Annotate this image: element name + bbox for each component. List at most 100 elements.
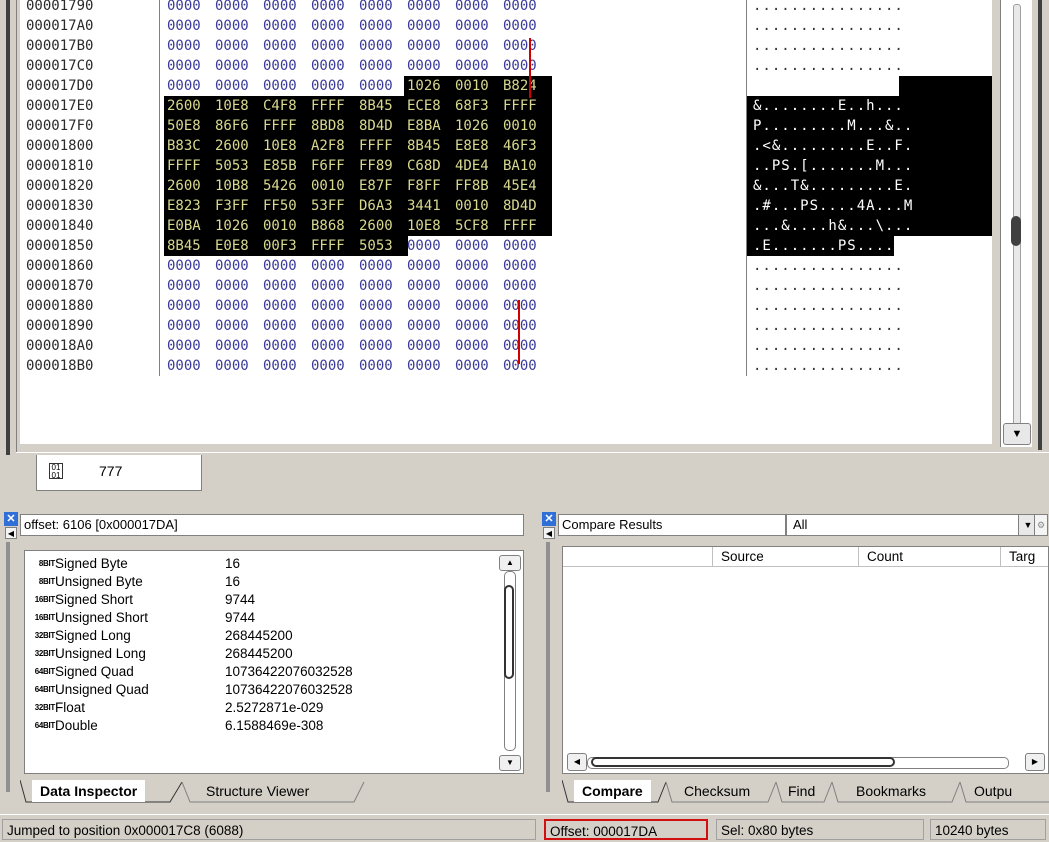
hex-word-selected[interactable]: BA10: [500, 156, 552, 176]
hex-row[interactable]: 00001790 0000 0000 0000 0000 0000 0000 0000 0000…: [20, 0, 992, 16]
hex-row[interactable]: 000017E0 2600 10E8 C4F8 FFFF 8B45 ECE8 68F3 FFFF…: [20, 96, 992, 116]
hex-word[interactable]: 0000: [260, 36, 308, 56]
scroll-down-button[interactable]: ▼: [499, 755, 521, 771]
hex-word[interactable]: 0000: [308, 276, 356, 296]
hex-row-ascii[interactable]: .<&.........E..F.: [746, 136, 992, 156]
hex-word[interactable]: 0000: [404, 0, 452, 16]
hex-word[interactable]: 0000: [260, 336, 308, 356]
hex-word-selected[interactable]: 00F3: [260, 236, 312, 256]
hex-word-selected[interactable]: 0010: [260, 216, 312, 236]
data-inspector-row[interactable]: 32BIT Unsigned Long 268445200: [25, 645, 495, 662]
hex-word[interactable]: 0000: [500, 276, 548, 296]
tab-find[interactable]: Find: [780, 780, 823, 802]
hex-word[interactable]: 0000: [452, 56, 500, 76]
hex-word-selected[interactable]: B824: [500, 76, 552, 96]
hex-word-selected[interactable]: B83C: [164, 136, 216, 156]
hex-word[interactable]: 0000: [452, 16, 500, 36]
hex-word[interactable]: 0000: [260, 316, 308, 336]
hex-word[interactable]: 0000: [308, 0, 356, 16]
data-type-value[interactable]: 268445200: [225, 627, 293, 644]
scroll-thumb[interactable]: [504, 585, 514, 679]
hex-row-ascii[interactable]: ................: [746, 316, 992, 336]
hex-word[interactable]: 0000: [500, 256, 548, 276]
hex-word[interactable]: 0000: [500, 236, 548, 256]
hex-word-selected[interactable]: F6FF: [308, 156, 360, 176]
file-tab-777[interactable]: 01 01 777: [36, 455, 202, 491]
hex-word[interactable]: 0000: [356, 296, 404, 316]
column-header-source[interactable]: Source: [713, 547, 859, 567]
hex-word[interactable]: 0000: [260, 76, 308, 96]
hex-word-selected[interactable]: 5426: [260, 176, 312, 196]
hex-word-selected[interactable]: FFFF: [308, 96, 360, 116]
tab-bookmarks[interactable]: Bookmarks: [848, 780, 934, 802]
hex-row-ascii[interactable]: ................: [746, 356, 992, 376]
data-inspector-row[interactable]: 64BIT Signed Quad 10736422076032528: [25, 663, 495, 680]
hex-word[interactable]: 0000: [452, 276, 500, 296]
hex-row[interactable]: 000018B0 0000 0000 0000 0000 0000 0000 0000 0000…: [20, 356, 992, 376]
column-header-count[interactable]: Count: [859, 547, 1001, 567]
compare-filter-select[interactable]: All ▼: [786, 514, 1038, 536]
hex-row[interactable]: 000017C0 0000 0000 0000 0000 0000 0000 0000 0000…: [20, 56, 992, 76]
hex-word[interactable]: 0000: [308, 56, 356, 76]
hex-word-selected[interactable]: 2600: [164, 96, 216, 116]
data-type-value[interactable]: 9744: [225, 609, 255, 626]
hex-row-ascii[interactable]: .#...PS....4A...M: [746, 196, 992, 216]
hex-word-selected[interactable]: 68F3: [452, 96, 504, 116]
hex-row[interactable]: 000017F0 50E8 86F6 FFFF 8BD8 8D4D E8BA 1026 0010…: [20, 116, 992, 136]
hex-word-selected[interactable]: C68D: [404, 156, 456, 176]
hex-word[interactable]: 0000: [308, 316, 356, 336]
hex-word[interactable]: 0000: [260, 56, 308, 76]
hex-word[interactable]: 0000: [164, 76, 212, 96]
options-icon[interactable]: ⚙: [1034, 514, 1048, 536]
hex-word[interactable]: 0000: [356, 76, 404, 96]
hex-word[interactable]: 0000: [164, 256, 212, 276]
hex-word-selected[interactable]: FF50: [260, 196, 312, 216]
hex-word-selected[interactable]: FFFF: [500, 96, 552, 116]
hex-word[interactable]: 0000: [404, 56, 452, 76]
data-inspector-row[interactable]: 8BIT Signed Byte 16: [25, 555, 495, 572]
hex-word[interactable]: 0000: [212, 76, 260, 96]
hex-word[interactable]: 0000: [260, 276, 308, 296]
scroll-left-button[interactable]: ◀: [567, 753, 587, 771]
data-inspector-row[interactable]: 16BIT Unsigned Short 9744: [25, 609, 495, 626]
hex-word[interactable]: 0000: [500, 336, 548, 356]
data-inspector-list[interactable]: 8BIT Signed Byte 16 8BIT Unsigned Byte 16 16BI…: [24, 550, 524, 774]
data-type-value[interactable]: 10736422076032528: [225, 681, 353, 698]
hex-word[interactable]: 0000: [500, 36, 548, 56]
hex-word-selected[interactable]: E85B: [260, 156, 312, 176]
hex-word[interactable]: 0000: [452, 0, 500, 16]
scroll-down-button[interactable]: ▼: [1003, 423, 1031, 445]
hex-word[interactable]: 0000: [356, 276, 404, 296]
hex-word[interactable]: 0000: [404, 256, 452, 276]
hex-word[interactable]: 0000: [500, 16, 548, 36]
collapse-arrow-icon[interactable]: ◀: [543, 527, 555, 539]
hex-word[interactable]: 0000: [500, 56, 548, 76]
hex-row-ascii[interactable]: ................: [746, 0, 992, 16]
compare-horizontal-scrollbar[interactable]: ◀ ▶: [563, 751, 1048, 773]
data-inspector-row[interactable]: 32BIT Float 2.5272871e-029: [25, 699, 495, 716]
hex-word[interactable]: 0000: [452, 296, 500, 316]
hex-word-selected[interactable]: 10B8: [212, 176, 264, 196]
data-type-value[interactable]: 2.5272871e-029: [225, 699, 323, 716]
data-inspector-scrollbar[interactable]: ▲ ▼: [495, 551, 523, 773]
hex-word-selected[interactable]: 0010: [308, 176, 360, 196]
hex-word-selected[interactable]: D6A3: [356, 196, 408, 216]
hex-word-selected[interactable]: E823: [164, 196, 216, 216]
hex-row-ascii[interactable]: ................: [746, 276, 992, 296]
hex-word-selected[interactable]: 1026: [212, 216, 264, 236]
hex-word[interactable]: 0000: [260, 256, 308, 276]
hex-row-ascii[interactable]: ................: [746, 36, 992, 56]
hex-word-selected[interactable]: 4DE4: [452, 156, 504, 176]
hex-word-selected[interactable]: 1026: [404, 76, 456, 96]
compare-results-table[interactable]: Source Count Targ ◀ ▶: [562, 546, 1049, 774]
hex-view[interactable]: 00001790 0000 0000 0000 0000 0000 0000 0000 0000…: [20, 0, 992, 444]
hex-word-selected[interactable]: 45E4: [500, 176, 552, 196]
hex-word[interactable]: 0000: [212, 356, 260, 376]
hex-word[interactable]: 0000: [356, 356, 404, 376]
hex-word-selected[interactable]: FFFF: [356, 136, 408, 156]
hex-word-selected[interactable]: 8B45: [164, 236, 216, 256]
data-type-value[interactable]: 10736422076032528: [225, 663, 353, 680]
hex-word-selected[interactable]: FF89: [356, 156, 408, 176]
hex-row[interactable]: 00001860 0000 0000 0000 0000 0000 0000 0000 0000…: [20, 256, 992, 276]
hex-word-selected[interactable]: A2F8: [308, 136, 360, 156]
